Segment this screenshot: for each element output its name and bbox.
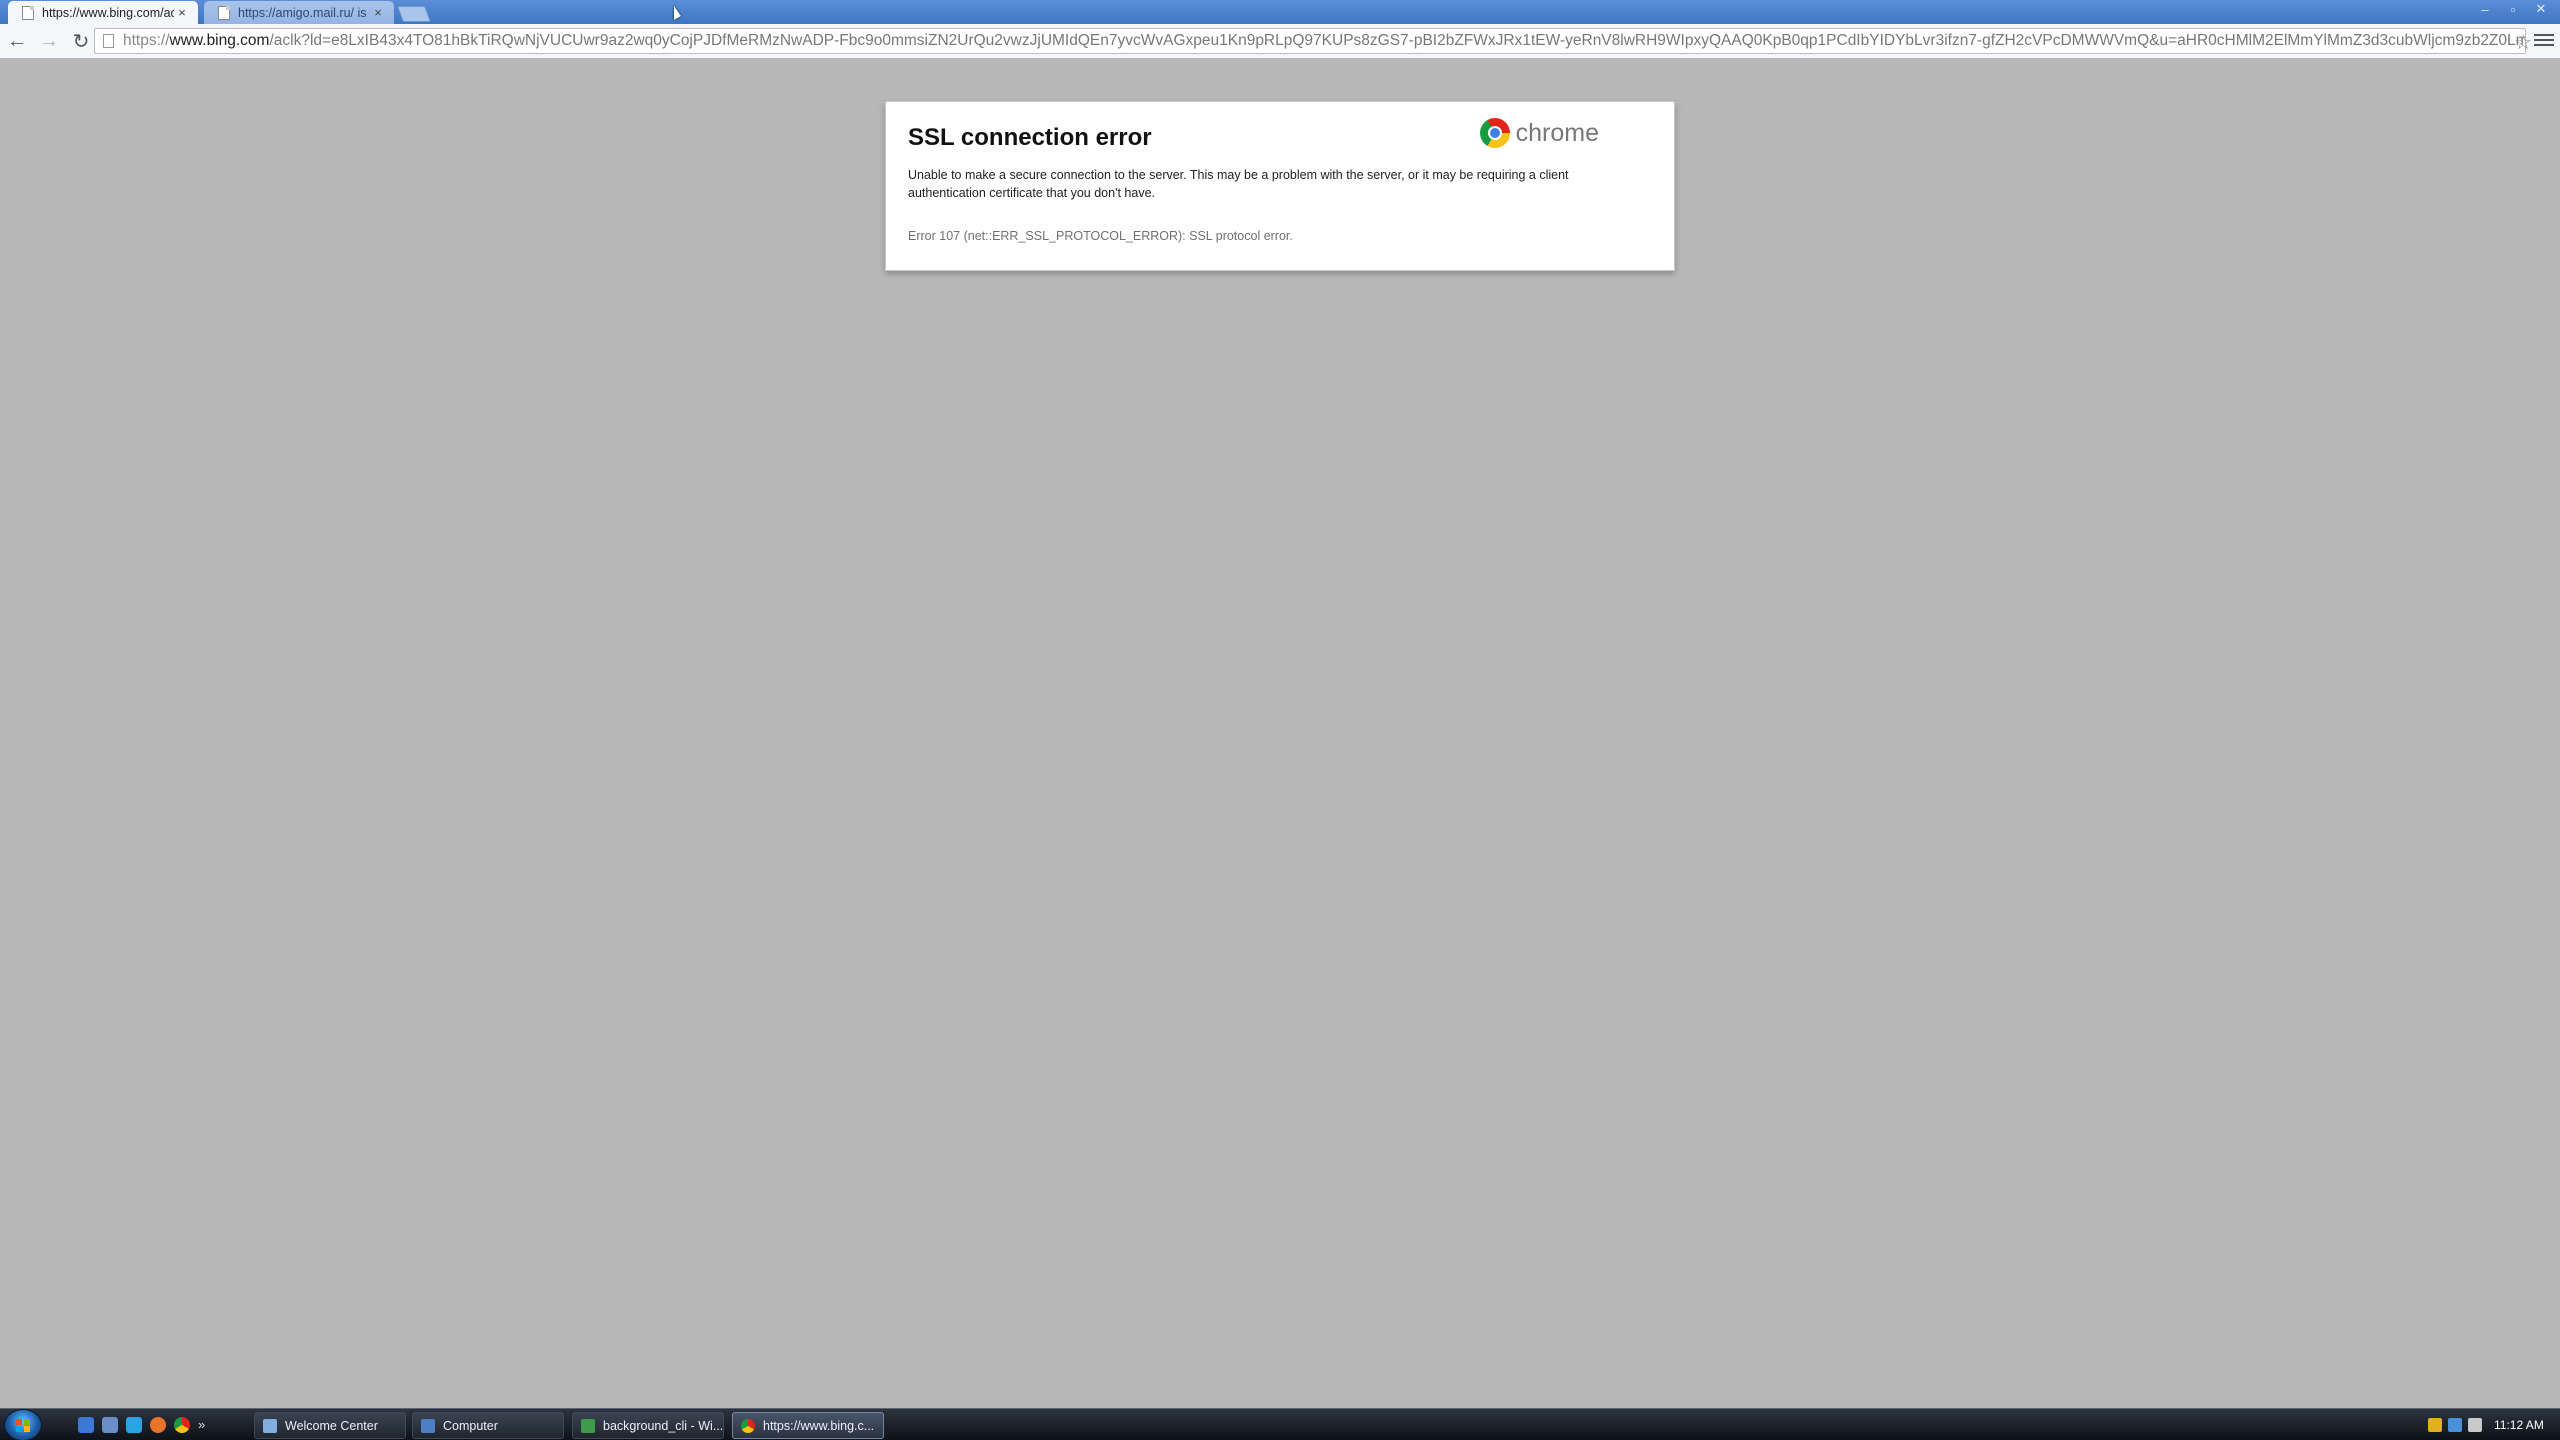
- welcome-center-icon: [263, 1418, 277, 1433]
- new-tab-button[interactable]: [397, 6, 431, 22]
- tab-bing[interactable]: https://www.bing.com/ac ×: [8, 1, 198, 24]
- tab-close-icon[interactable]: ×: [370, 5, 386, 20]
- bookmark-star-icon[interactable]: ☆: [2514, 30, 2532, 55]
- tab-amigo[interactable]: https://amigo.mail.ru/ is ×: [204, 1, 394, 24]
- close-window-button[interactable]: ✕: [2530, 1, 2552, 17]
- taskbar: » Welcome Center Computer background_cli…: [0, 1408, 2560, 1440]
- chrome-icon[interactable]: [174, 1417, 190, 1433]
- task-welcome-center[interactable]: Welcome Center: [254, 1412, 406, 1439]
- page-icon: [103, 34, 114, 48]
- task-computer[interactable]: Computer: [412, 1412, 564, 1439]
- tab-title: https://www.bing.com/ac: [42, 5, 174, 20]
- quick-launch-more-icon[interactable]: »: [198, 1417, 210, 1433]
- forward-button[interactable]: →: [34, 26, 64, 56]
- window-controls: – ▫ ✕: [2474, 0, 2552, 18]
- page-icon: [218, 5, 230, 20]
- url-path: /aclk?ld=e8LxIB43x4TO81hBkTiRQwNjVUCUwr9…: [269, 32, 2526, 49]
- volume-icon[interactable]: [2468, 1418, 2482, 1432]
- address-bar[interactable]: https://www.bing.com/aclk?ld=e8LxIB43x4T…: [94, 28, 2526, 54]
- task-label: https://www.bing.c...: [763, 1418, 875, 1433]
- tab-strip: https://www.bing.com/ac × https://amigo.…: [0, 0, 2560, 24]
- network-icon[interactable]: [2448, 1418, 2462, 1432]
- reload-button[interactable]: ↻: [66, 26, 96, 56]
- chrome-logo-icon: [1479, 118, 1510, 148]
- browser-toolbar: ← → ↻ https://www.bing.com/aclk?ld=e8LxI…: [0, 24, 2560, 59]
- chrome-icon: [741, 1418, 755, 1433]
- minimize-button[interactable]: –: [2474, 2, 2496, 17]
- error-description: Unable to make a secure connection to th…: [908, 168, 1569, 200]
- page-icon: [22, 5, 34, 20]
- chrome-brand: chrome: [1479, 118, 1599, 148]
- restore-button[interactable]: ▫: [2502, 2, 2524, 17]
- task-label: Computer: [443, 1418, 498, 1433]
- url-host: www.bing.com: [169, 32, 270, 49]
- spreadsheet-icon: [581, 1418, 595, 1433]
- security-shield-icon[interactable]: [2428, 1418, 2442, 1432]
- task-chrome[interactable]: https://www.bing.c...: [732, 1412, 884, 1439]
- quick-launch: »: [78, 1417, 210, 1433]
- switch-windows-icon[interactable]: [102, 1417, 118, 1433]
- brand-wordmark: chrome: [1515, 118, 1599, 147]
- mouse-cursor-icon: [674, 6, 681, 20]
- back-button[interactable]: ←: [2, 26, 32, 56]
- chrome-menu-button[interactable]: [2534, 28, 2554, 52]
- start-button[interactable]: [4, 1409, 42, 1440]
- tab-close-icon[interactable]: ×: [174, 5, 190, 20]
- error-code: Error 107 (net::ERR_SSL_PROTOCOL_ERROR):…: [908, 229, 1293, 243]
- task-background-cli[interactable]: background_cli - Wi...: [572, 1412, 724, 1439]
- error-card: SSL connection error chrome Unable to ma…: [885, 101, 1675, 271]
- internet-explorer-icon[interactable]: [126, 1417, 142, 1433]
- computer-icon: [421, 1418, 435, 1433]
- task-label: background_cli - Wi...: [603, 1418, 724, 1433]
- clock[interactable]: 11:12 AM: [2494, 1418, 2544, 1432]
- task-label: Welcome Center: [285, 1418, 378, 1433]
- firefox-icon[interactable]: [150, 1417, 166, 1433]
- system-tray: 11:12 AM: [2420, 1409, 2560, 1440]
- tab-title: https://amigo.mail.ru/ is: [238, 5, 367, 20]
- url-scheme: https://: [123, 32, 170, 49]
- show-desktop-icon[interactable]: [78, 1417, 94, 1433]
